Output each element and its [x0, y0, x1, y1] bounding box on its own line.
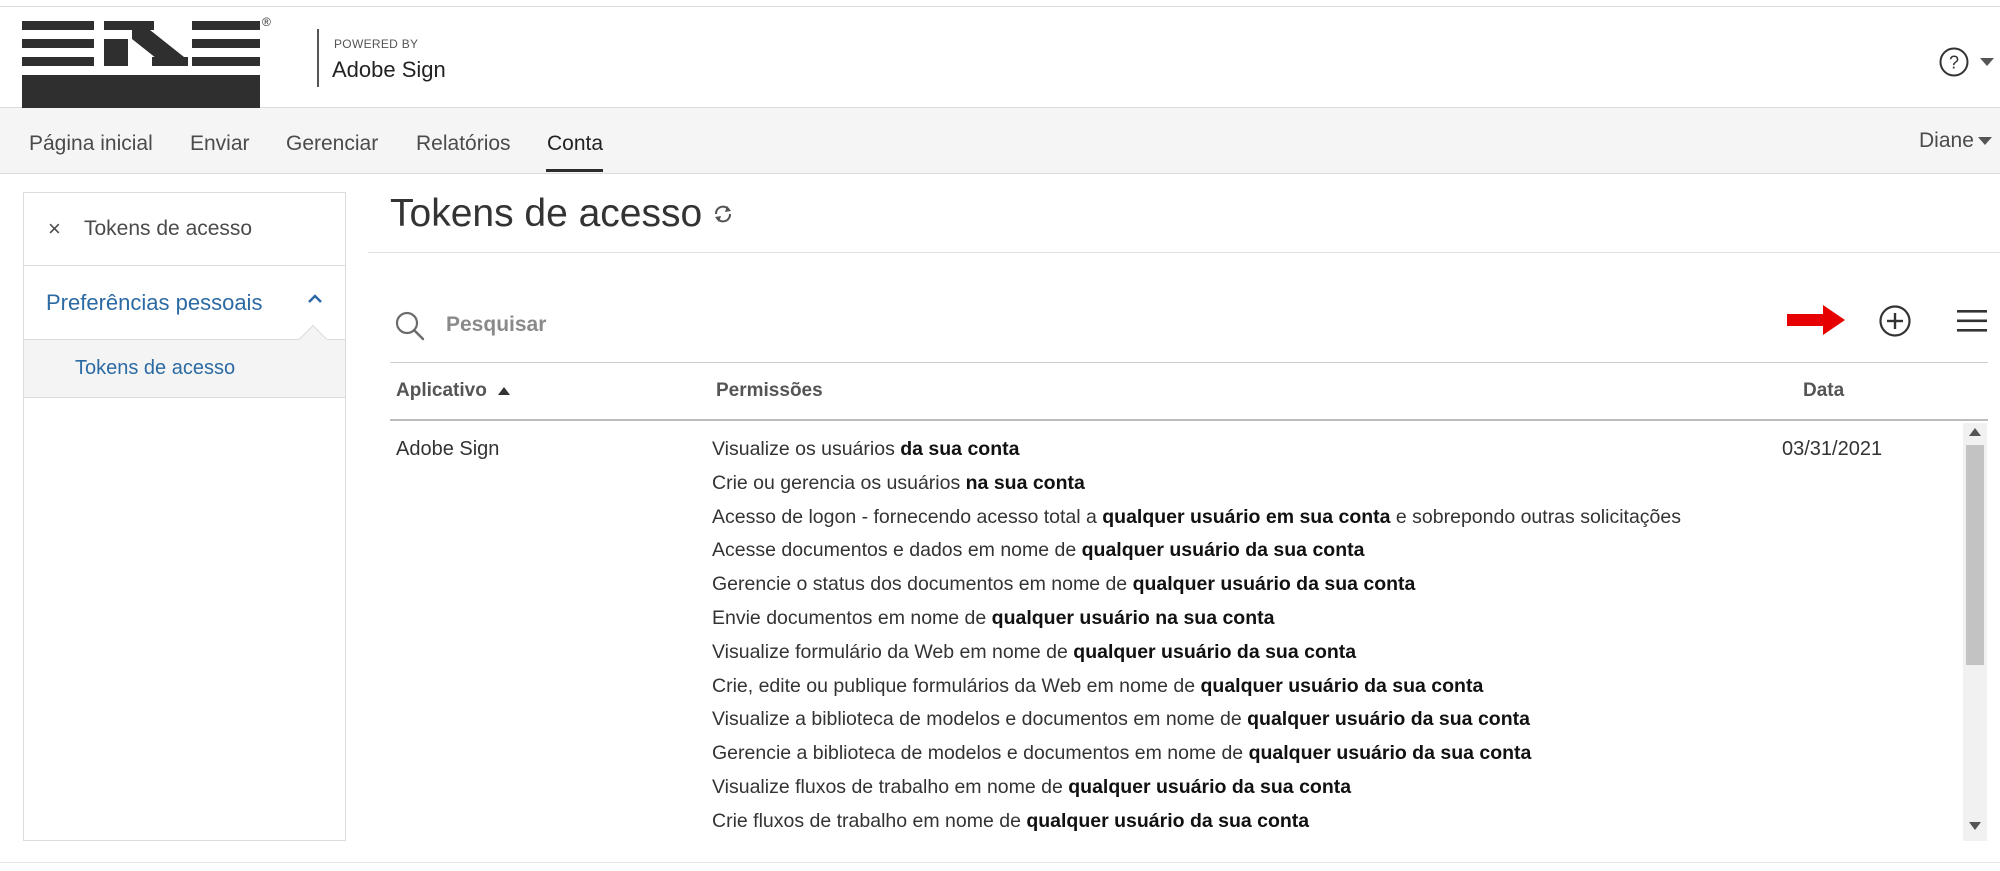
page: ® POWERED BY Adobe Sign ? Página inicial…: [0, 0, 2000, 871]
sidebar-item-access-tokens[interactable]: Tokens de acesso: [24, 340, 345, 398]
column-header-permissions[interactable]: Permissões: [716, 380, 823, 402]
close-icon[interactable]: ×: [48, 216, 74, 242]
question-circle-icon: ?: [1939, 47, 1969, 77]
brand-divider: [317, 29, 319, 87]
sidebar-item-label: Tokens de acesso: [75, 357, 236, 379]
sidebar-header: × Tokens de acesso: [24, 193, 345, 266]
page-title-text: Tokens de acesso: [390, 192, 703, 235]
permission-item: Crie fluxos de trabalho em nome de qualq…: [712, 809, 1310, 832]
search-icon: [395, 311, 425, 341]
svg-text:?: ?: [1949, 53, 1959, 73]
permission-item: Gerencie o status dos documentos em nome…: [712, 573, 1416, 596]
product-name: Adobe Sign: [332, 57, 446, 82]
search-input[interactable]: [446, 308, 1146, 342]
nav-item-send[interactable]: Enviar: [190, 132, 250, 156]
permission-item: Visualize fluxos de trabalho em nome de …: [712, 775, 1352, 798]
scrollbar-thumb[interactable]: [1966, 445, 1984, 665]
permission-item: Gerencie a biblioteca de modelos e docum…: [712, 742, 1532, 765]
title-divider: [368, 252, 2000, 253]
nav-active-indicator: [546, 169, 603, 172]
nav-item-account[interactable]: Conta: [547, 132, 603, 156]
cell-date: 03/31/2021: [1782, 438, 1883, 460]
user-name: Diane: [1919, 129, 1974, 152]
permission-item: Envie documentos em nome de qualquer usu…: [712, 606, 1275, 629]
scroll-down-arrow-icon[interactable]: [1969, 822, 1981, 830]
sort-ascending-icon: [498, 386, 511, 395]
add-token-button[interactable]: [1878, 304, 1912, 338]
help-caret-icon[interactable]: [1980, 58, 1994, 66]
user-menu[interactable]: Diane: [1919, 129, 1992, 153]
cell-application: Adobe Sign: [396, 438, 500, 460]
column-header-date[interactable]: Data: [1803, 380, 1844, 402]
permission-item: Visualize formulário da Web em nome de q…: [712, 640, 1357, 663]
table-top-rule: [390, 362, 1988, 363]
permission-item: Acesso de logon - fornecendo acesso tota…: [712, 505, 1681, 528]
app-header: ® POWERED BY Adobe Sign ?: [0, 6, 2000, 109]
ens-logo: [22, 21, 260, 109]
sidebar: × Tokens de acesso Preferências pessoais…: [23, 192, 346, 841]
column-header-application[interactable]: Aplicativo: [396, 380, 511, 402]
nav-item-reports[interactable]: Relatórios: [416, 132, 511, 156]
permission-item: Visualize a biblioteca de modelos e docu…: [712, 708, 1530, 731]
scroll-up-arrow-icon[interactable]: [1969, 428, 1981, 436]
chevron-up-icon: [308, 294, 322, 303]
permissions-list: Visualize os usuários da sua conta Crie …: [712, 435, 1681, 841]
bottom-divider: [0, 862, 2000, 863]
nav-item-manage[interactable]: Gerenciar: [286, 132, 378, 156]
permission-item: Crie ou gerencia os usuários na sua cont…: [712, 471, 1085, 494]
permission-item: Visualize os usuários da sua conta: [712, 438, 1020, 460]
powered-by-label: POWERED BY: [334, 37, 419, 51]
hamburger-menu-icon[interactable]: [1957, 308, 1987, 334]
registered-mark: ®: [262, 15, 271, 29]
sidebar-section-label: Preferências pessoais: [46, 289, 263, 315]
help-button[interactable]: ?: [1938, 45, 1972, 79]
annotation-arrow-icon: [1787, 305, 1845, 335]
nav-item-home[interactable]: Página inicial: [29, 132, 153, 156]
permission-item: Acesse documentos e dados em nome de qua…: [712, 539, 1365, 562]
sidebar-section-personal-preferences[interactable]: Preferências pessoais: [24, 266, 345, 354]
chevron-down-icon: [1977, 137, 1992, 145]
table-header-rule: [390, 419, 1988, 421]
sidebar-title: Tokens de acesso: [84, 217, 253, 240]
refresh-icon[interactable]: [712, 203, 734, 225]
permission-item: Crie, edite ou publique formulários da W…: [712, 674, 1484, 697]
page-title: Tokens de acesso: [390, 192, 734, 236]
top-nav: Página inicial Enviar Gerenciar Relatóri…: [0, 108, 2000, 174]
column-header-label: Aplicativo: [396, 380, 487, 401]
